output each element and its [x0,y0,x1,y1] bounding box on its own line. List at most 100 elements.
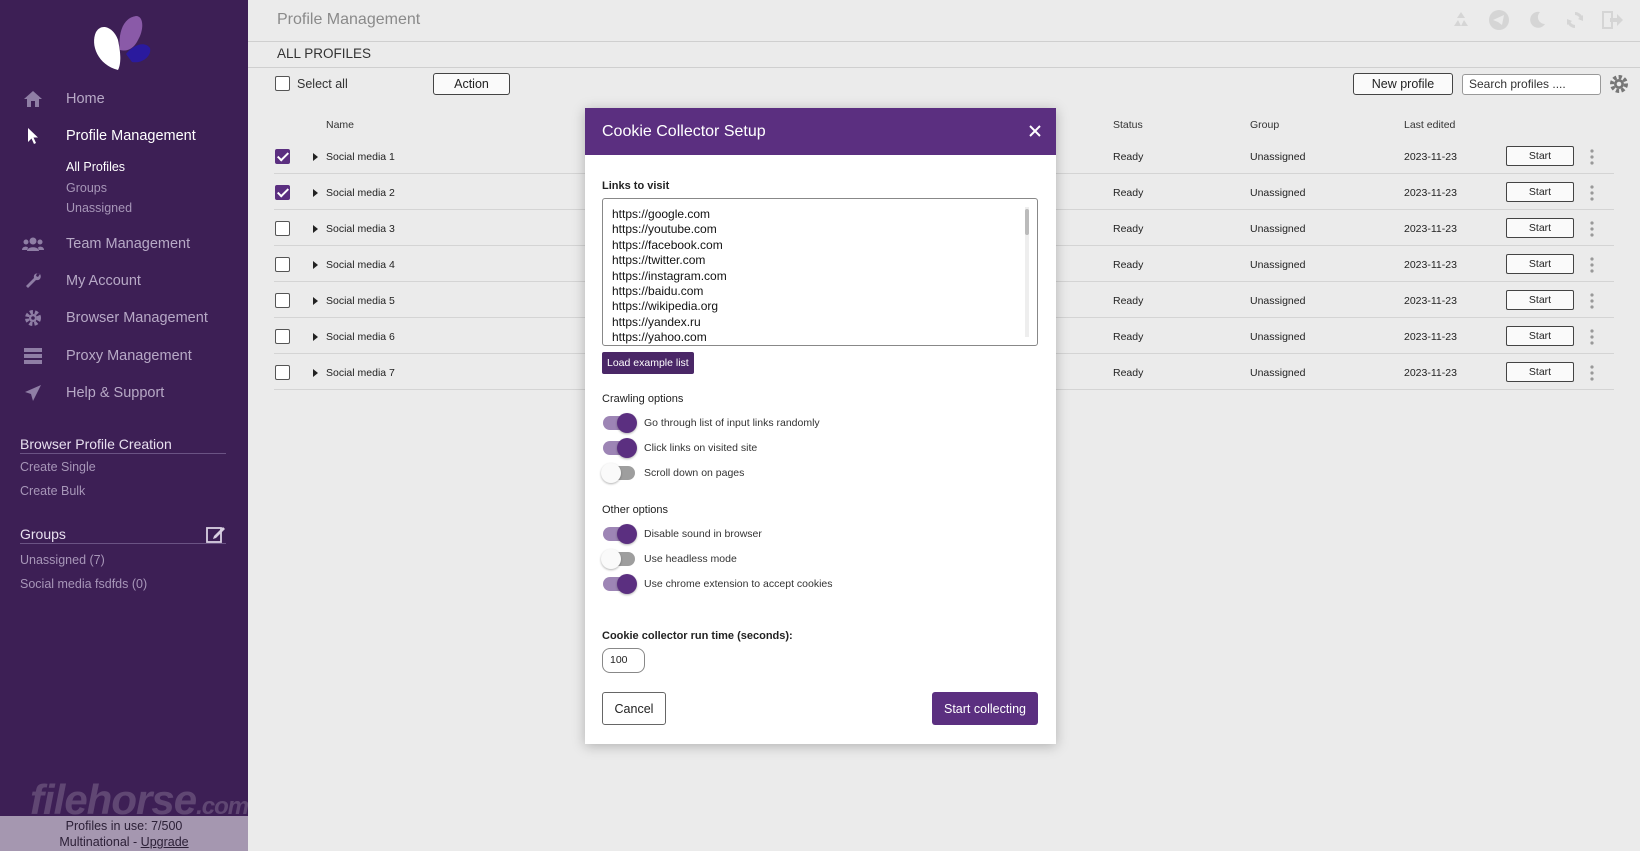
profile-status: Ready [1113,151,1144,163]
crawling-options-title: Crawling options [602,393,684,405]
toggle-switch[interactable] [601,463,635,483]
nav-proxy-management[interactable]: Proxy Management [22,344,192,368]
header-status[interactable]: Status [1113,119,1143,131]
expand-caret-icon[interactable] [313,261,318,269]
row-checkbox[interactable] [275,365,290,380]
nav-browser-management[interactable]: Browser Management [22,306,208,330]
refresh-icon[interactable] [1564,9,1586,31]
recycle-icon[interactable] [1450,9,1472,31]
logout-icon[interactable] [1602,9,1624,31]
header-last-edited[interactable]: Last edited [1404,119,1455,131]
close-icon[interactable] [1026,122,1044,140]
expand-caret-icon[interactable] [313,189,318,197]
toggle-knob [617,574,637,594]
expand-caret-icon[interactable] [313,297,318,305]
create-bulk-link[interactable]: Create Bulk [20,484,85,498]
toggle-label: Go through list of input links randomly [644,417,820,429]
new-profile-button[interactable]: New profile [1353,73,1453,95]
start-profile-button[interactable]: Start [1506,182,1574,202]
users-icon [22,233,44,255]
telegram-icon[interactable] [1488,9,1510,31]
row-checkbox[interactable] [275,185,290,200]
more-options-icon[interactable] [1590,221,1594,237]
load-example-button[interactable]: Load example list [602,352,694,374]
nav-help-support[interactable]: Help & Support [22,381,164,405]
sub-groups[interactable]: Groups [66,181,107,195]
start-profile-button[interactable]: Start [1506,146,1574,166]
row-checkbox[interactable] [275,329,290,344]
profile-name: Social media 5 [326,295,395,307]
expand-caret-icon[interactable] [313,369,318,377]
nav-browser-management-label: Browser Management [66,310,208,326]
start-profile-button[interactable]: Start [1506,290,1574,310]
gear-icon [22,307,44,329]
header-group[interactable]: Group [1250,119,1279,131]
toggle-label: Use headless mode [644,553,737,565]
profile-group: Unassigned [1250,331,1306,343]
profile-last-edited: 2023-11-23 [1404,259,1457,271]
group-unassigned[interactable]: Unassigned (7) [20,553,105,567]
link-line: https://yandex.ru [612,314,701,329]
row-checkbox[interactable] [275,221,290,236]
nav-profile-management[interactable]: Profile Management [22,124,196,148]
nav-my-account[interactable]: My Account [22,269,141,293]
more-options-icon[interactable] [1590,257,1594,273]
create-single-link[interactable]: Create Single [20,460,96,474]
expand-caret-icon[interactable] [313,225,318,233]
group-social-media[interactable]: Social media fsdfds (0) [20,577,147,591]
more-options-icon[interactable] [1590,293,1594,309]
start-collecting-button[interactable]: Start collecting [932,692,1038,725]
runtime-input[interactable]: 100 [602,648,645,673]
link-line: https://google.com [612,207,711,221]
profile-group: Unassigned [1250,295,1306,307]
row-checkbox[interactable] [275,149,290,164]
plan-line: Multinational - Upgrade [0,834,248,850]
sub-unassigned[interactable]: Unassigned [66,201,132,215]
moon-icon[interactable] [1526,9,1548,31]
start-profile-button[interactable]: Start [1506,218,1574,238]
settings-gear-icon[interactable] [1609,74,1629,94]
nav-home[interactable]: Home [22,87,105,111]
nav-team-management[interactable]: Team Management [22,232,190,256]
toggle-label: Disable sound in browser [644,528,762,540]
toggle-switch[interactable] [603,413,637,433]
row-checkbox[interactable] [275,257,290,272]
plan-name: Multinational - [59,835,141,849]
links-label: Links to visit [602,180,670,192]
more-options-icon[interactable] [1590,329,1594,345]
toggle-switch[interactable] [603,524,637,544]
link-line: https://youtube.com [612,222,717,237]
more-options-icon[interactable] [1590,149,1594,165]
start-profile-button[interactable]: Start [1506,362,1574,382]
upgrade-link[interactable]: Upgrade [141,835,189,849]
more-options-icon[interactable] [1590,185,1594,201]
expand-caret-icon[interactable] [313,153,318,161]
search-input[interactable]: Search profiles .... [1462,74,1601,95]
expand-caret-icon[interactable] [313,333,318,341]
profile-name: Social media 3 [326,223,395,235]
sub-all-profiles[interactable]: All Profiles [66,160,125,174]
more-options-icon[interactable] [1590,365,1594,381]
select-all-checkbox[interactable] [275,76,290,91]
edit-icon[interactable] [206,524,226,544]
link-line: https://facebook.com [612,237,723,252]
link-line: https://wikipedia.org [612,299,719,314]
cancel-button[interactable]: Cancel [602,692,666,725]
action-button[interactable]: Action [433,73,510,95]
wrench-icon [22,270,44,292]
row-checkbox[interactable] [275,293,290,308]
profile-name: Social media 6 [326,331,395,343]
header-name[interactable]: Name [326,119,354,131]
profile-name: Social media 4 [326,259,395,271]
usage-footer: Profiles in use: 7/500 Multinational - U… [0,816,248,851]
toggle-switch[interactable] [603,438,637,458]
links-textarea[interactable]: https://google.com https://youtube.com htt… [602,198,1038,346]
profile-group: Unassigned [1250,151,1306,163]
start-profile-button[interactable]: Start [1506,326,1574,346]
toggle-switch[interactable] [601,549,635,569]
toggle-switch[interactable] [603,574,637,594]
profile-last-edited: 2023-11-23 [1404,367,1457,379]
link-line: https://instagram.com [612,268,727,283]
textarea-scrollbar[interactable] [1025,207,1029,337]
start-profile-button[interactable]: Start [1506,254,1574,274]
